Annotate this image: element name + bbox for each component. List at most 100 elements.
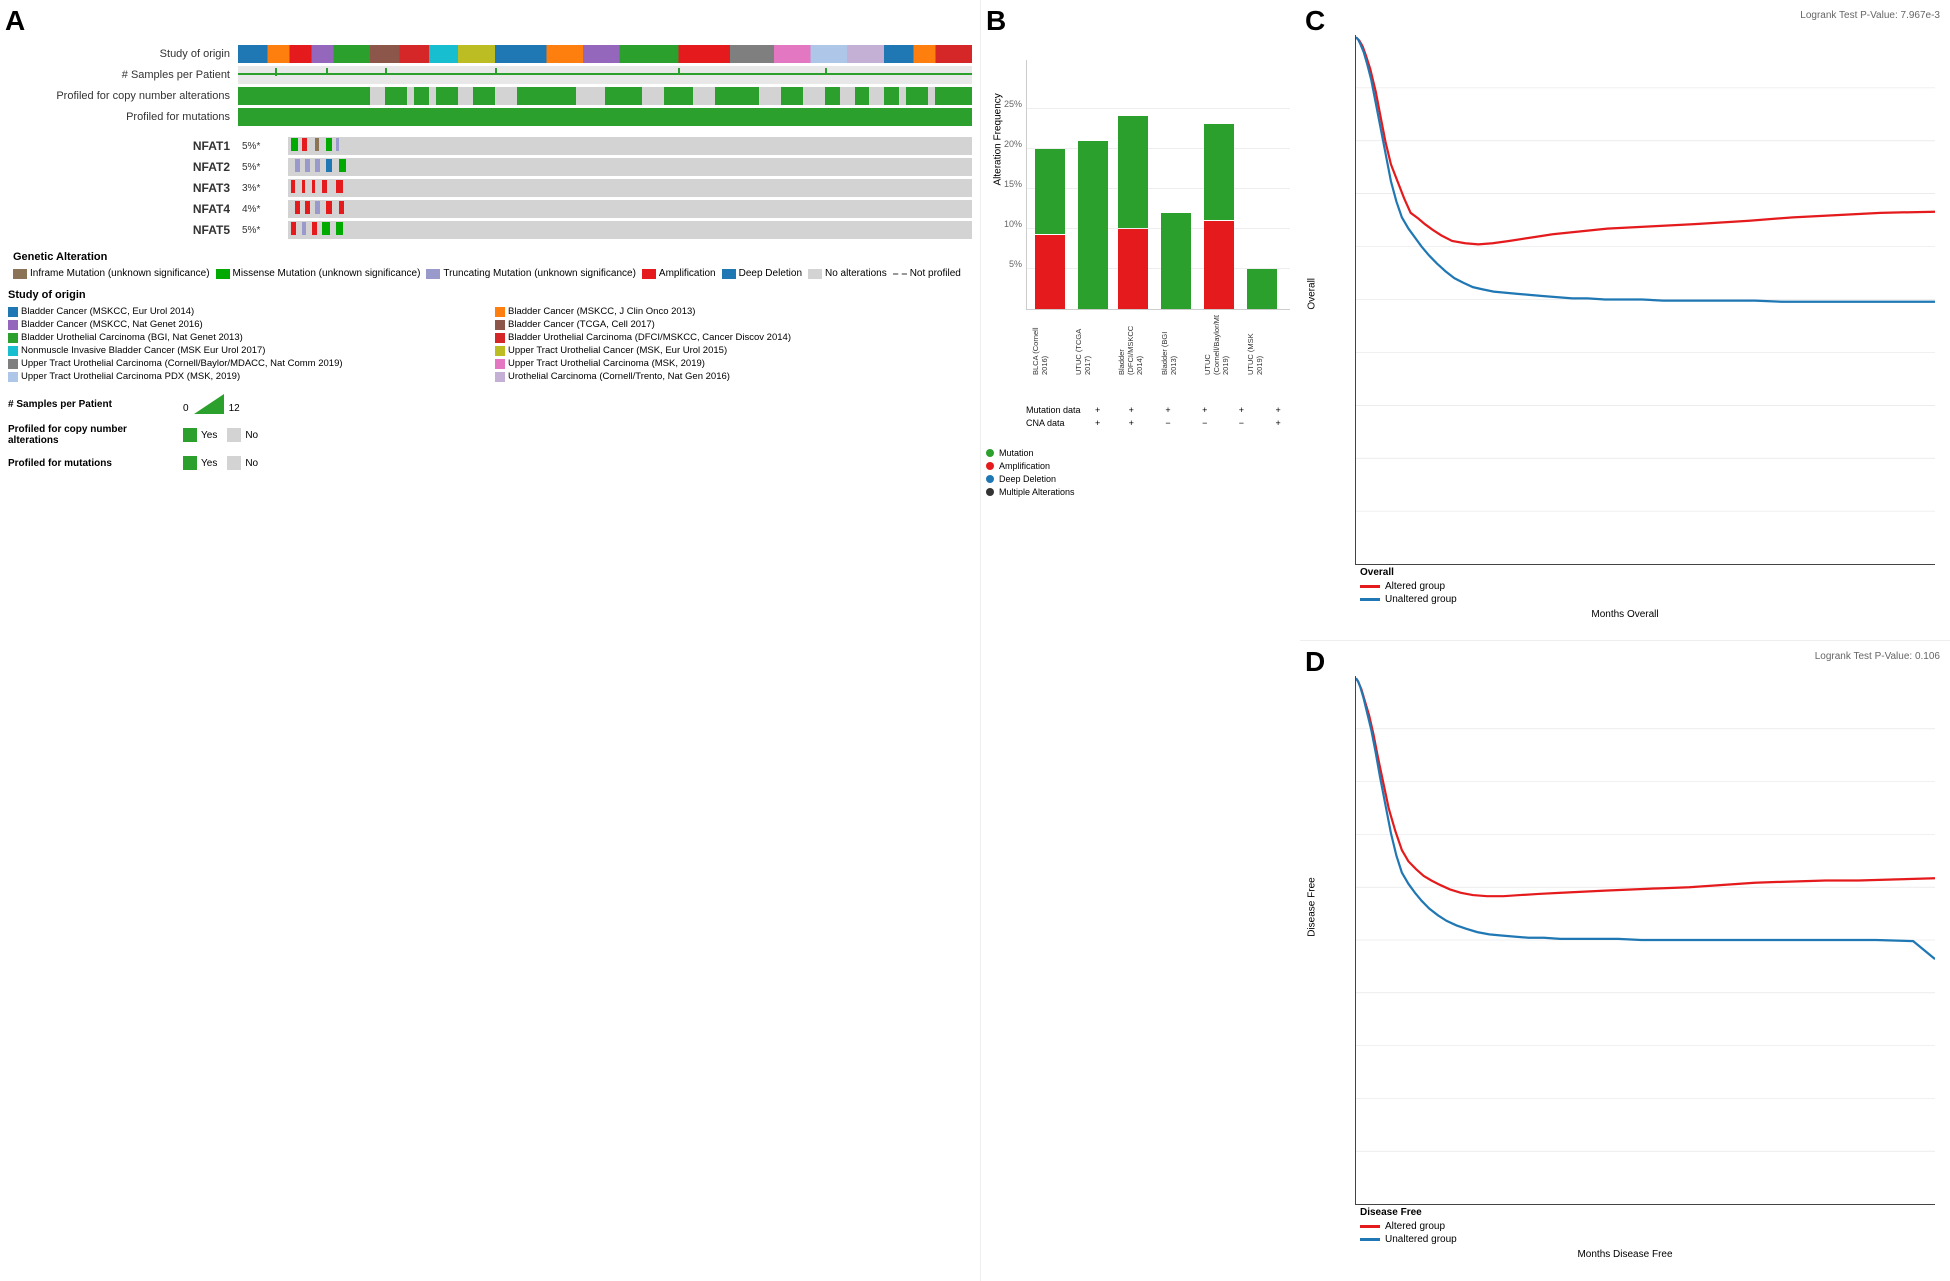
y-tick-10: 10% (1004, 219, 1022, 229)
mut-profiling-legend: Profiled for mutations Yes No (8, 456, 972, 470)
c-legend: Overall Altered group Unaltered group (1360, 567, 1457, 605)
mut-no: No (227, 456, 258, 470)
cna-profiling-legend: Profiled for copy number alterations Yes… (8, 424, 972, 446)
legend-no-alt: No alterations (808, 268, 887, 279)
study-swatch-1 (8, 307, 18, 317)
inframe-label: Inframe Mutation (unknown significance) (30, 268, 210, 279)
study-label-3: Bladder Cancer (MSKCC, Nat Genet 2016) (21, 319, 203, 330)
bar-1-amp (1035, 235, 1065, 309)
nfat5-pct: 5%* (238, 225, 288, 236)
mut-data-label: Mutation data (1026, 405, 1081, 415)
x-label-3: Bladder (DFCI/MSKCC 2014) (1117, 315, 1144, 375)
panel-c-label: C (1305, 5, 1325, 37)
bar-3 (1118, 116, 1148, 309)
del-swatch (722, 269, 736, 279)
mutation-data-row: Mutation data + + + + + + CNA data + + −… (1026, 405, 1295, 428)
cna-no: No (227, 428, 258, 442)
b-legend-mutation: Mutation (986, 448, 1295, 458)
d-altered-line (1360, 1225, 1380, 1228)
c-legend-unaltered: Unaltered group (1360, 594, 1457, 605)
amp-label: Amplification (659, 268, 716, 279)
cna-yes: Yes (183, 428, 217, 442)
legend-truncating: Truncating Mutation (unknown significanc… (426, 268, 636, 279)
study-item-4: Bladder Cancer (TCGA, Cell 2017) (495, 319, 972, 330)
study-label-8: Upper Tract Urothelial Cancer (MSK, Eur … (508, 345, 727, 356)
panel-d-label: D (1305, 646, 1325, 678)
c-unaltered-label: Unaltered group (1385, 594, 1457, 605)
mut-val-4: + (1188, 405, 1222, 415)
legend-deep-deletion: Deep Deletion (722, 268, 802, 279)
cna-val-1: + (1084, 418, 1111, 428)
nfat5-row: NFAT5 5%* (8, 221, 972, 239)
study-swatch-11 (8, 372, 18, 382)
study-swatch-7 (8, 346, 18, 356)
nfat4-track[interactable] (288, 200, 972, 218)
nfat3-track[interactable] (288, 179, 972, 197)
b-bottom-legend: Mutation Amplification Deep Deletion Mul… (986, 448, 1295, 497)
bar-4-mutation (1161, 213, 1191, 309)
d-legend-title: Disease Free (1360, 1207, 1457, 1218)
b-mutation-label: Mutation (999, 448, 1034, 458)
b-mutation-dot (986, 449, 994, 457)
samples-per-patient-row: # Samples per Patient (8, 66, 972, 84)
d-chart-area: 90% 80% 70% 60% 50% 40% 30% 20% 10% 0% 1… (1355, 676, 1935, 1205)
mut-val-5: + (1225, 405, 1259, 415)
b-multi-label: Multiple Alterations (999, 487, 1075, 497)
samples-per-patient-bar (238, 66, 972, 84)
d-legend: Disease Free Altered group Unaltered gro… (1360, 1207, 1457, 1245)
nfat1-row: NFAT1 5%* (8, 137, 972, 155)
not-profiled-swatch (893, 273, 907, 275)
d-unaltered-label: Unaltered group (1385, 1234, 1457, 1245)
study-label-5: Bladder Urothelial Carcinoma (BGI, Nat G… (21, 332, 243, 343)
cna-val-2: + (1114, 418, 1148, 428)
y-tick-20: 20% (1004, 139, 1022, 149)
c-legend-title: Overall (1360, 567, 1457, 578)
profiled-cna-bar (238, 87, 972, 105)
d-blue-curve (1356, 678, 1935, 959)
nfat1-track[interactable] (288, 137, 972, 155)
missense-swatch (216, 269, 230, 279)
nfat2-label: NFAT2 (8, 160, 238, 174)
bar-2 (1078, 141, 1108, 309)
genetic-alteration-legend: Genetic Alteration Inframe Mutation (unk… (13, 251, 972, 279)
study-of-origin-bar[interactable] (238, 45, 972, 63)
cna-val-3: − (1151, 418, 1185, 428)
nfat2-track[interactable] (288, 158, 972, 176)
study-swatch-6 (495, 333, 505, 343)
study-item-9: Upper Tract Urothelial Carcinoma (Cornel… (8, 358, 485, 369)
b-legend-amp: Amplification (986, 461, 1295, 471)
study-of-origin-row: Study of origin (8, 45, 972, 63)
b-amp-label: Amplification (999, 461, 1050, 471)
x-label-6: UTUC (MSK 2019) (1246, 315, 1264, 375)
study-item-3: Bladder Cancer (MSKCC, Nat Genet 2016) (8, 319, 485, 330)
study-swatch-10 (495, 359, 505, 369)
study-legend: Study of origin Bladder Cancer (MSKCC, E… (8, 289, 972, 382)
bar-1 (1035, 149, 1065, 309)
samples-legend: # Samples per Patient 0 12 (8, 394, 972, 414)
inframe-swatch (13, 269, 27, 279)
no-alt-swatch (808, 269, 822, 279)
panel-cd-container: C Logrank Test P-Value: 7.967e-3 Overall (1300, 0, 1950, 1281)
panel-c: C Logrank Test P-Value: 7.967e-3 Overall (1300, 0, 1950, 640)
study-swatch-4 (495, 320, 505, 330)
b-legend-multi: Multiple Alterations (986, 487, 1295, 497)
bar-5 (1204, 124, 1234, 309)
nfat4-pct: 4%* (238, 204, 288, 215)
study-of-origin-label: Study of origin (8, 48, 238, 60)
panel-b: B Alteration Frequency 25% 20% 15% 10% 5… (980, 0, 1300, 1281)
bar-3-amp (1118, 229, 1148, 309)
amp-swatch (642, 269, 656, 279)
cna-no-swatch (227, 428, 241, 442)
study-item-8: Upper Tract Urothelial Cancer (MSK, Eur … (495, 345, 972, 356)
bar-4 (1161, 213, 1191, 309)
mut-yes-label: Yes (201, 458, 217, 469)
study-swatch-9 (8, 359, 18, 369)
nfat5-track[interactable] (288, 221, 972, 239)
mut-val-6: + (1261, 405, 1295, 415)
study-item-12: Urothelial Carcinoma (Cornell/Trento, Na… (495, 371, 972, 382)
study-item-1: Bladder Cancer (MSKCC, Eur Urol 2014) (8, 306, 485, 317)
study-label-7: Nonmuscle Invasive Bladder Cancer (MSK E… (21, 345, 265, 356)
study-label-6: Bladder Urothelial Carcinoma (DFCI/MSKCC… (508, 332, 791, 343)
study-item-10: Upper Tract Urothelial Carcinoma (MSK, 2… (495, 358, 972, 369)
c-y-label: Overall (1307, 278, 1318, 310)
